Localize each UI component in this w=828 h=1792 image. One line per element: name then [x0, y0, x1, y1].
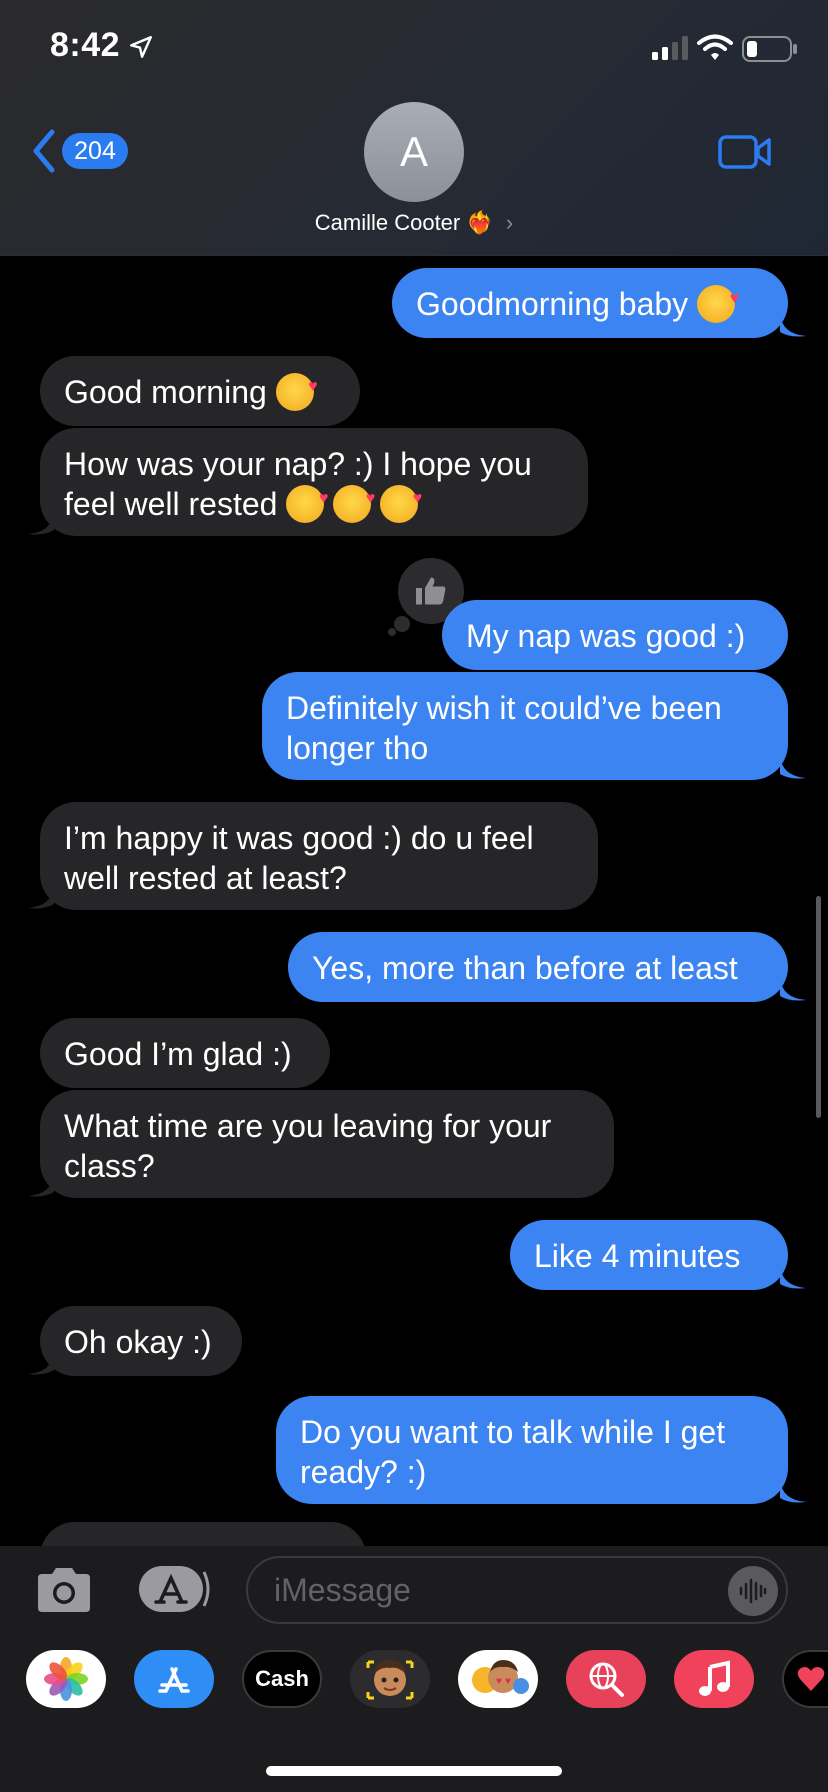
message-bubble-outgoing[interactable]: Definitely wish it could’ve been longer … [262, 672, 788, 780]
bubble-tail [28, 886, 54, 909]
message-text-line: How was your nap? :) I hope you [64, 446, 532, 482]
message-text: Like 4 minutes [534, 1238, 741, 1274]
cellular-signal-icon [652, 36, 688, 60]
message-text-line: Do you want to talk while I get [300, 1414, 726, 1450]
bubble-tail [780, 756, 806, 779]
message-text-line: I’m happy it was good :) do u feel [64, 820, 534, 856]
heart-on-fire-icon: ❤️‍🔥 [466, 210, 494, 235]
digital-touch-button[interactable] [782, 1650, 828, 1708]
waveform-icon [739, 1578, 767, 1604]
contact-name: Camille Cooter [314, 210, 461, 235]
cash-label: Cash [255, 1666, 309, 1691]
message-text: Oh okay :) [64, 1324, 212, 1360]
message-bubble-incoming-partial[interactable] [40, 1522, 366, 1546]
message-text-line: ready? :) [300, 1454, 427, 1490]
avatar-initial: A [399, 128, 428, 175]
tapback-dot [394, 616, 410, 632]
svg-text:♥: ♥ [505, 1676, 511, 1687]
bubble-tail [780, 1480, 806, 1503]
message-text-line: feel well rested [64, 486, 278, 522]
heart-icon [797, 1667, 825, 1691]
message-bubble-outgoing[interactable]: Yes, more than before at least [288, 932, 788, 1002]
location-arrow-icon [130, 36, 152, 58]
photos-app-button[interactable] [26, 1650, 106, 1708]
memoji-stickers-button[interactable]: ♥ ♥ [458, 1650, 538, 1708]
app-store-apps-icon[interactable] [138, 1564, 214, 1614]
battery-icon [742, 36, 797, 62]
music-note-icon [699, 1660, 730, 1696]
message-list[interactable]: Goodmorning baby Good morning How was yo… [0, 256, 828, 1546]
chevron-left-icon [33, 129, 55, 173]
message-bubble-incoming[interactable]: Oh okay :) [40, 1306, 242, 1376]
music-app-button[interactable] [674, 1650, 754, 1708]
globe-search-icon [589, 1662, 624, 1697]
memoji-stickers-icon: ♥ ♥ [472, 1660, 529, 1694]
tapback-dot [388, 628, 396, 636]
app-drawer: Cash ♥ ♥ [0, 1632, 828, 1792]
bubble-tail [28, 1352, 54, 1375]
contact-name-button[interactable]: Camille Cooter ❤️‍🔥 › [0, 210, 828, 236]
web-images-search-button[interactable] [566, 1650, 646, 1708]
message-bubble-incoming[interactable]: I’m happy it was good :) do u feel well … [40, 802, 598, 910]
smiling-face-with-hearts-icon [380, 479, 422, 523]
message-field[interactable] [246, 1556, 788, 1624]
message-bubble-incoming[interactable]: Good I’m glad :) [40, 1018, 330, 1088]
message-text: Good morning [64, 374, 267, 410]
smiling-face-with-hearts-icon [333, 479, 375, 523]
camera-icon[interactable] [34, 1566, 94, 1614]
app-store-icon [158, 1667, 190, 1693]
apple-cash-button[interactable]: Cash [242, 1650, 322, 1708]
message-bubble-outgoing[interactable]: My nap was good :) [442, 600, 788, 670]
bubble-tail [780, 978, 806, 1001]
message-text-line: What time are you leaving for your [64, 1108, 552, 1144]
smiling-face-with-hearts-icon [286, 479, 328, 523]
message-bubble-outgoing[interactable]: Do you want to talk while I get ready? :… [276, 1396, 788, 1504]
message-text-line: longer tho [286, 730, 429, 766]
bubble-tail [28, 1174, 54, 1197]
message-bubble-incoming[interactable]: How was your nap? :) I hope you feel wel… [40, 428, 588, 536]
message-bubble-outgoing[interactable]: Like 4 minutes [510, 1220, 788, 1290]
scrollbar[interactable] [816, 896, 821, 1118]
message-text: My nap was good :) [466, 618, 746, 654]
message-text: Yes, more than before at least [312, 950, 738, 986]
back-button[interactable]: 204 [30, 128, 128, 174]
memoji-icon [366, 1660, 414, 1700]
smiling-face-with-hearts-icon [275, 367, 318, 411]
message-text-line: class? [64, 1148, 155, 1184]
smiling-face-with-hearts-icon [697, 279, 739, 323]
message-input[interactable] [274, 1558, 694, 1622]
message-bubble-incoming[interactable]: Good morning [40, 356, 360, 426]
message-text: Goodmorning baby [416, 286, 689, 322]
contact-avatar[interactable]: A [364, 102, 464, 202]
message-bubble-incoming[interactable]: What time are you leaving for your class… [40, 1090, 614, 1198]
message-bubble-outgoing[interactable]: Goodmorning baby [392, 268, 788, 338]
conversation-header: 8:42 204 A Camille Cooter ❤️‍🔥 › [0, 0, 828, 256]
status-time: 8:42 [50, 26, 121, 64]
message-text-line: Definitely wish it could’ve been [286, 690, 722, 726]
svg-text:♥: ♥ [496, 1676, 502, 1687]
compose-bar [0, 1546, 828, 1632]
bubble-tail [780, 1266, 806, 1289]
chevron-right-icon: › [505, 210, 514, 235]
home-indicator[interactable] [266, 1766, 562, 1776]
memoji-button[interactable] [350, 1650, 430, 1708]
thumbs-up-icon [416, 577, 446, 605]
photos-icon [44, 1657, 88, 1701]
bubble-tail [28, 512, 54, 535]
app-store-button[interactable] [134, 1650, 214, 1708]
wifi-icon [697, 34, 733, 60]
bubble-tail [780, 314, 806, 337]
message-text-line: well rested at least? [64, 860, 347, 896]
unread-count-badge: 204 [62, 133, 128, 169]
video-call-icon[interactable] [718, 134, 772, 170]
message-text: Good I’m glad :) [64, 1036, 292, 1072]
audio-message-button[interactable] [728, 1566, 778, 1616]
